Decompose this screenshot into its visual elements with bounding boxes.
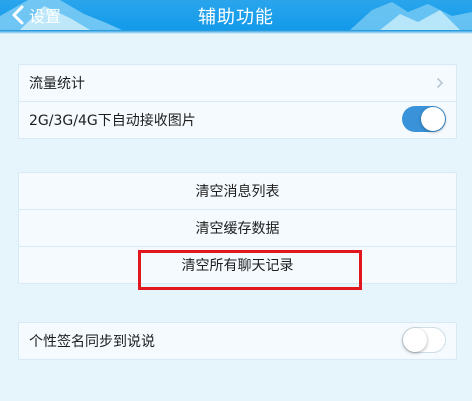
auto-receive-images-label: 2G/3G/4G下自动接收图片 — [29, 113, 196, 129]
clear-all-chats-button[interactable]: 清空所有聊天记录 — [19, 246, 456, 283]
toggle-knob — [403, 328, 427, 352]
settings-group-signature: 个性签名同步到说说 — [18, 322, 457, 360]
settings-group-network: 流量统计 2G/3G/4G下自动接收图片 — [18, 64, 457, 139]
clear-cache-label: 清空缓存数据 — [195, 221, 280, 237]
clear-all-chats-label: 清空所有聊天记录 — [181, 258, 294, 274]
chevron-left-icon — [12, 5, 24, 25]
signature-sync-row: 个性签名同步到说说 — [19, 323, 456, 359]
navigation-bar: 设置 辅助功能 — [0, 0, 472, 30]
back-label: 设置 — [29, 7, 62, 26]
auto-receive-images-toggle[interactable] — [402, 106, 446, 132]
signature-sync-label: 个性签名同步到说说 — [29, 334, 155, 350]
back-button[interactable]: 设置 — [10, 2, 61, 28]
signature-sync-toggle[interactable] — [402, 327, 446, 353]
clear-message-list-button[interactable]: 清空消息列表 — [19, 173, 456, 209]
traffic-statistics-row[interactable]: 流量统计 — [19, 65, 456, 101]
clear-cache-button[interactable]: 清空缓存数据 — [19, 209, 456, 246]
nav-shadow — [0, 30, 472, 34]
iceberg-decoration — [0, 0, 472, 30]
clear-message-list-label: 清空消息列表 — [195, 184, 280, 200]
chevron-right-icon — [436, 77, 444, 89]
traffic-statistics-label: 流量统计 — [29, 76, 85, 92]
auto-receive-images-row: 2G/3G/4G下自动接收图片 — [19, 101, 456, 138]
toggle-knob — [421, 107, 445, 131]
settings-group-clear: 清空消息列表 清空缓存数据 清空所有聊天记录 — [18, 172, 457, 284]
